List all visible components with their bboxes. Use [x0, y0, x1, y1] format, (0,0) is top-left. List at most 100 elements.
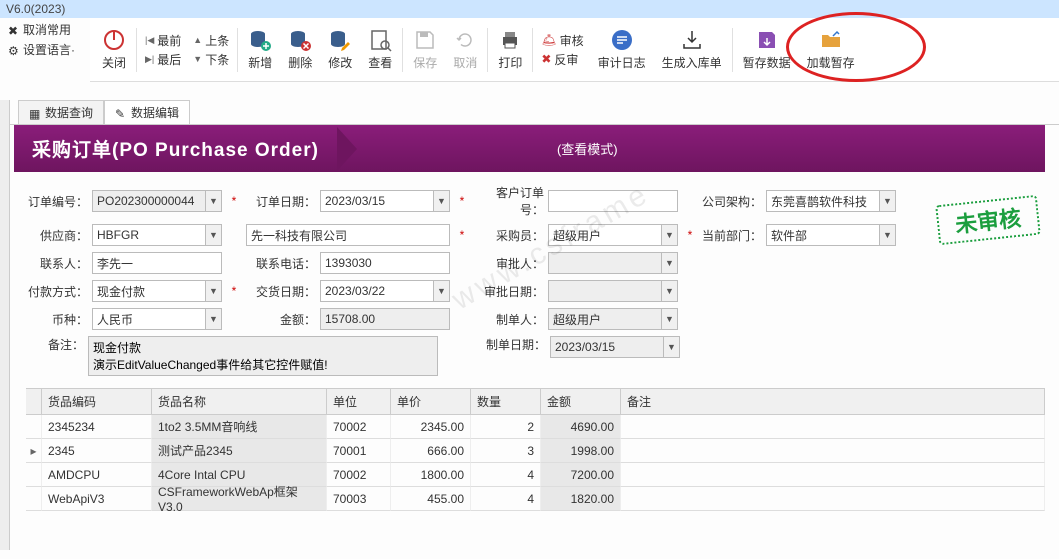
tab-data-query[interactable]: ▦数据查询 — [18, 100, 104, 124]
col-remark[interactable]: 备注 — [621, 389, 1045, 415]
company-dd[interactable]: ▼ — [880, 190, 896, 212]
order-no-field[interactable]: PO202300000044 — [92, 190, 206, 212]
create-date-field[interactable]: 2023/03/15 — [550, 336, 664, 358]
cell-unit[interactable]: 70003 — [327, 487, 391, 511]
pencil-icon: ✎ — [115, 107, 127, 119]
table-row[interactable]: 23452341to2 3.5MM音响线700022345.0024690.00 — [26, 415, 1045, 439]
tab-data-edit[interactable]: ✎数据编辑 — [104, 100, 190, 124]
log-icon — [610, 28, 634, 52]
tab-bar: ▦数据查询 ✎数据编辑 — [0, 100, 1059, 125]
db-delete-icon — [288, 28, 312, 52]
approver-field[interactable] — [548, 252, 662, 274]
cell-qty[interactable]: 4 — [471, 487, 541, 511]
col-name[interactable]: 货品名称 — [152, 389, 327, 415]
creator-field[interactable]: 超级用户 — [548, 308, 662, 330]
curr-label: 币种： — [18, 311, 88, 328]
temp-save-button[interactable]: 暂存数据 — [735, 25, 799, 74]
close-button[interactable]: 关闭 — [94, 25, 134, 74]
approver-dd[interactable]: ▼ — [662, 252, 678, 274]
supplier-code-field[interactable]: HBFGR — [92, 224, 206, 246]
reject-button[interactable]: ✖反审 — [541, 51, 583, 68]
cell-name: 测试产品2345 — [152, 439, 327, 463]
nav-first-button[interactable]: |◀最前 — [145, 32, 181, 49]
cell-price[interactable]: 666.00 — [391, 439, 471, 463]
pay-field[interactable]: 现金付款 — [92, 280, 206, 302]
row-indicator: ▸ — [26, 439, 42, 463]
cell-code[interactable]: WebApiV3 — [42, 487, 152, 511]
appr-date-field[interactable] — [548, 280, 662, 302]
dept-field[interactable]: 软件部 — [766, 224, 880, 246]
cell-remark[interactable] — [621, 415, 1045, 439]
deliv-field[interactable]: 2023/03/22 — [320, 280, 434, 302]
col-price[interactable]: 单价 — [391, 389, 471, 415]
nav-next-button[interactable]: ▼下条 — [193, 51, 229, 68]
creator-dd[interactable]: ▼ — [662, 308, 678, 330]
edit-button[interactable]: 修改 — [320, 25, 360, 74]
order-date-field[interactable]: 2023/03/15 — [320, 190, 434, 212]
cust-order-field[interactable] — [548, 190, 678, 212]
save-button[interactable]: 保存 — [405, 25, 445, 74]
cancel-button[interactable]: 取消 — [445, 25, 485, 74]
cell-price[interactable]: 2345.00 — [391, 415, 471, 439]
set-language-link[interactable]: ⚙设置语言· — [8, 41, 75, 58]
buyer-dd[interactable]: ▼ — [662, 224, 678, 246]
col-qty[interactable]: 数量 — [471, 389, 541, 415]
stamp-icon: 🛎 — [541, 33, 556, 47]
creator-label: 制单人： — [474, 311, 544, 328]
cell-price[interactable]: 1800.00 — [391, 463, 471, 487]
delete-button[interactable]: 删除 — [280, 25, 320, 74]
order-date-dd[interactable]: ▼ — [434, 190, 450, 212]
cell-unit[interactable]: 70002 — [327, 463, 391, 487]
table-row[interactable]: ▸2345测试产品234570001666.0031998.00 — [26, 439, 1045, 463]
grid-header: 货品编码 货品名称 单位 单价 数量 金额 备注 — [26, 389, 1045, 415]
cell-unit[interactable]: 70001 — [327, 439, 391, 463]
form-header: 采购订单(PO Purchase Order) (查看模式) — [14, 125, 1045, 172]
view-button[interactable]: 查看 — [360, 25, 400, 74]
create-date-label: 制单日期： — [480, 336, 546, 353]
create-date-dd[interactable]: ▼ — [664, 336, 680, 358]
add-button[interactable]: 新增 — [240, 25, 280, 74]
dept-dd[interactable]: ▼ — [880, 224, 896, 246]
table-row[interactable]: WebApiV3CSFrameworkWebAp框架V3.070003455.0… — [26, 487, 1045, 511]
cell-price[interactable]: 455.00 — [391, 487, 471, 511]
print-button[interactable]: 打印 — [490, 25, 530, 74]
pay-dd[interactable]: ▼ — [206, 280, 222, 302]
window-title: V6.0(2023) — [0, 0, 1059, 18]
cancel-common-link[interactable]: ✖取消常用 — [8, 21, 75, 38]
nav-last-button[interactable]: ▶|最后 — [145, 51, 181, 68]
cell-remark[interactable] — [621, 463, 1045, 487]
audit-log-button[interactable]: 审计日志 — [590, 25, 654, 74]
cell-qty[interactable]: 3 — [471, 439, 541, 463]
row-indicator — [26, 487, 42, 511]
supplier-name-field[interactable]: 先一科技有限公司 — [246, 224, 450, 246]
dept-label: 当前部门： — [702, 227, 762, 244]
cell-qty[interactable]: 4 — [471, 463, 541, 487]
col-code[interactable]: 货品编码 — [42, 389, 152, 415]
supplier-dd[interactable]: ▼ — [206, 224, 222, 246]
curr-dd[interactable]: ▼ — [206, 308, 222, 330]
gen-stock-button[interactable]: 生成入库单 — [654, 25, 730, 74]
cell-unit[interactable]: 70002 — [327, 415, 391, 439]
phone-field[interactable]: 1393030 — [320, 252, 450, 274]
cell-code[interactable]: 2345 — [42, 439, 152, 463]
buyer-field[interactable]: 超级用户 — [548, 224, 662, 246]
curr-field[interactable]: 人民币 — [92, 308, 206, 330]
appr-date-dd[interactable]: ▼ — [662, 280, 678, 302]
load-temp-button[interactable]: 加载暂存 — [799, 25, 863, 74]
cell-remark[interactable] — [621, 439, 1045, 463]
col-unit[interactable]: 单位 — [327, 389, 391, 415]
nav-prev-button[interactable]: ▲上条 — [193, 32, 229, 49]
deliv-dd[interactable]: ▼ — [434, 280, 450, 302]
cell-code[interactable]: 2345234 — [42, 415, 152, 439]
view-mode-label: (查看模式) — [557, 139, 618, 158]
cell-qty[interactable]: 2 — [471, 415, 541, 439]
approve-button[interactable]: 🛎审核 — [541, 32, 583, 49]
cell-remark[interactable] — [621, 487, 1045, 511]
col-amount[interactable]: 金额 — [541, 389, 621, 415]
cell-code[interactable]: AMDCPU — [42, 463, 152, 487]
contact-field[interactable]: 李先一 — [92, 252, 222, 274]
order-no-dd[interactable]: ▼ — [206, 190, 222, 212]
cell-amount: 4690.00 — [541, 415, 621, 439]
company-field[interactable]: 东莞喜鹊软件科技 — [766, 190, 880, 212]
remarks-field[interactable] — [88, 336, 438, 376]
